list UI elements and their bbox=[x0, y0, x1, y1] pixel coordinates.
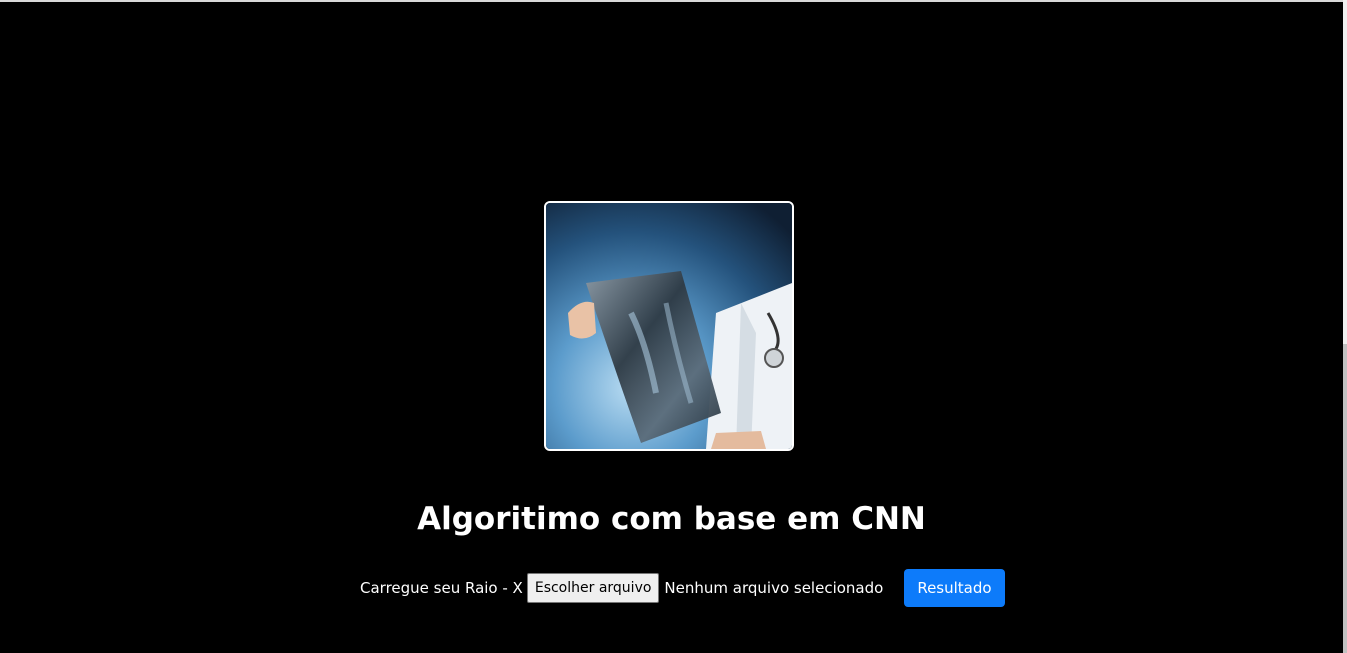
file-input[interactable]: Escolher arquivo Nenhum arquivo selecion… bbox=[526, 573, 884, 603]
file-status-text: Nenhum arquivo selecionado bbox=[664, 579, 884, 597]
upload-form: Carregue seu Raio - X Escolher arquivo N… bbox=[360, 569, 1005, 607]
page: Algoritimo com base em CNN Carregue seu … bbox=[0, 0, 1343, 653]
upload-label: Carregue seu Raio - X bbox=[360, 579, 523, 597]
scrollbar-thumb[interactable] bbox=[1343, 344, 1347, 653]
doctor-xray-image bbox=[544, 201, 794, 451]
choose-file-button[interactable]: Escolher arquivo bbox=[526, 573, 660, 603]
doctor-xray-illustration bbox=[546, 203, 792, 449]
page-title: Algoritimo com base em CNN bbox=[417, 501, 926, 537]
result-button[interactable]: Resultado bbox=[904, 569, 1005, 607]
